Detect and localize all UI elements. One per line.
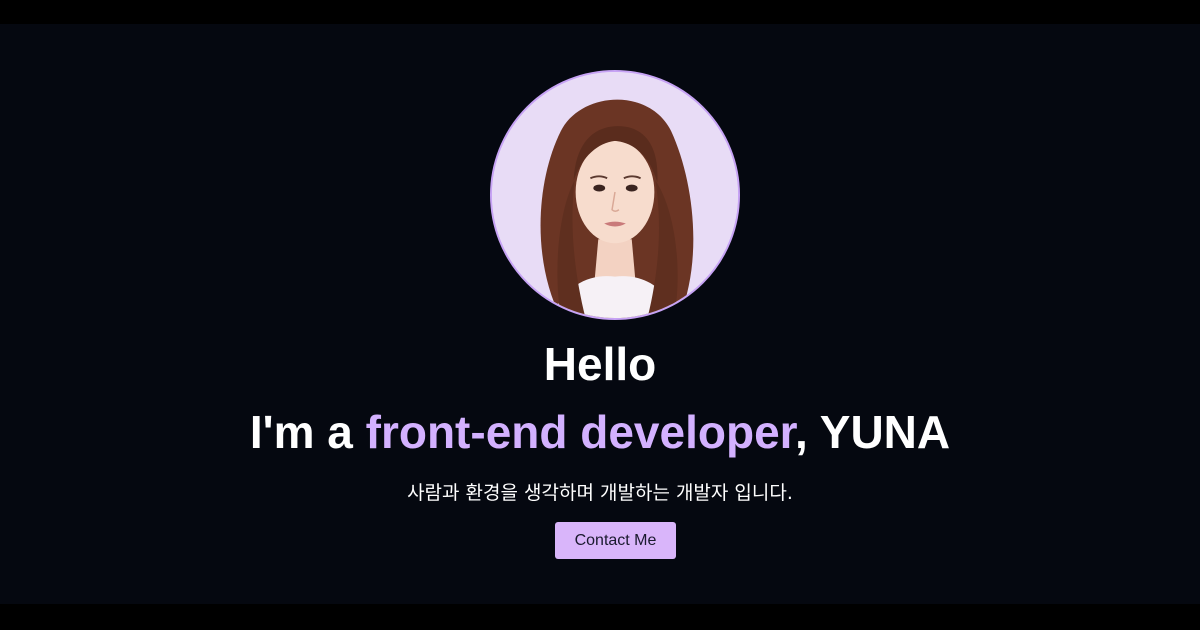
page-frame: Hello I'm a front-end developer, YUNA 사람…	[0, 0, 1200, 630]
contact-me-button[interactable]: Contact Me	[555, 522, 676, 559]
tagline: 사람과 환경을 생각하며 개발하는 개발자 입니다.	[407, 482, 793, 504]
profile-photo-icon	[492, 72, 738, 318]
intro-heading: I'm a front-end developer, YUNA	[0, 404, 1200, 460]
avatar	[490, 70, 740, 320]
greeting-heading: Hello	[543, 338, 657, 390]
intro-suffix: , YUNA	[795, 406, 951, 458]
intro-highlight: front-end developer	[365, 406, 796, 458]
intro-prefix: I'm a	[249, 406, 366, 458]
hero-section: Hello I'm a front-end developer, YUNA 사람…	[0, 24, 1200, 604]
